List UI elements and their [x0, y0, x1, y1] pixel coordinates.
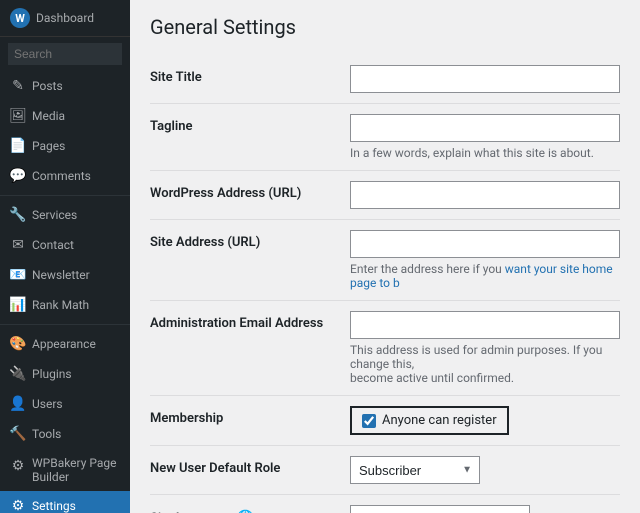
- rankmath-icon: 📊: [10, 297, 26, 313]
- settings-row-admin-email: Administration Email Address This addres…: [150, 301, 620, 396]
- site-address-field: Enter the address here if you want your …: [350, 230, 620, 290]
- sidebar-item-label: Appearance: [32, 337, 96, 351]
- services-icon: 🔧: [10, 207, 26, 223]
- sidebar-item-label: Pages: [32, 139, 65, 153]
- sidebar-item-label: Services: [32, 208, 77, 222]
- tagline-label: Tagline: [150, 114, 350, 134]
- users-icon: 👤: [10, 396, 26, 412]
- tagline-input[interactable]: [350, 114, 620, 142]
- wpbakery-icon: ⚙: [10, 458, 26, 474]
- sidebar-item-settings[interactable]: ⚙ Settings: [0, 491, 130, 513]
- sidebar-item-label: Tools: [32, 427, 61, 441]
- main-content-area: General Settings Site Title Tagline In a…: [130, 0, 640, 513]
- sidebar-item-plugins[interactable]: 🔌 Plugins: [0, 359, 130, 389]
- sidebar-item-newsletter[interactable]: 📧 Newsletter: [0, 260, 130, 290]
- site-address-link[interactable]: want your site home page to b: [350, 262, 613, 290]
- sidebar-item-media[interactable]: 🖼 Media: [0, 101, 130, 131]
- search-input[interactable]: [8, 43, 122, 65]
- site-language-label: Site Language 🌐: [150, 505, 350, 513]
- settings-row-tagline: Tagline In a few words, explain what thi…: [150, 104, 620, 171]
- sidebar-item-label: Rank Math: [32, 298, 89, 312]
- posts-icon: ✎: [10, 78, 26, 94]
- wp-address-label: WordPress Address (URL): [150, 181, 350, 201]
- membership-field: Anyone can register: [350, 406, 620, 435]
- plugins-icon: 🔌: [10, 366, 26, 382]
- sidebar-logo[interactable]: W Dashboard: [0, 0, 130, 37]
- sidebar-item-rankmath[interactable]: 📊 Rank Math: [0, 290, 130, 320]
- admin-email-label: Administration Email Address: [150, 311, 350, 331]
- dashboard-label: Dashboard: [36, 11, 94, 25]
- admin-email-input[interactable]: [350, 311, 620, 339]
- sidebar: W Dashboard ✎ Posts 🖼 Media 📄 Pages 💬 Co…: [0, 0, 130, 513]
- sidebar-item-label: Users: [32, 397, 63, 411]
- tools-icon: 🔨: [10, 426, 26, 442]
- settings-row-site-language: Site Language 🌐 English (United States) …: [150, 495, 620, 513]
- sidebar-item-contact[interactable]: ✉ Contact: [0, 230, 130, 260]
- sidebar-item-label: Contact: [32, 238, 74, 252]
- site-title-label: Site Title: [150, 65, 350, 85]
- sidebar-item-pages[interactable]: 📄 Pages: [0, 131, 130, 161]
- site-address-desc: Enter the address here if you want your …: [350, 262, 620, 290]
- sidebar-item-label: Comments: [32, 169, 91, 183]
- anyone-can-register-checkbox[interactable]: [362, 414, 376, 428]
- membership-label: Membership: [150, 406, 350, 426]
- media-icon: 🖼: [10, 108, 26, 124]
- membership-checkbox-wrapper[interactable]: Anyone can register: [350, 406, 509, 435]
- comments-icon: 💬: [10, 168, 26, 184]
- sidebar-item-appearance[interactable]: 🎨 Appearance: [0, 329, 130, 359]
- sidebar-item-label: Posts: [32, 79, 63, 93]
- anyone-can-register-label: Anyone can register: [382, 413, 497, 428]
- sidebar-item-label: Media: [32, 109, 65, 123]
- tagline-field: In a few words, explain what this site i…: [350, 114, 620, 160]
- dashboard-icon: W: [10, 8, 30, 28]
- site-language-field: English (United States) ▼: [350, 505, 620, 513]
- sidebar-item-label: WPBakery Page Builder: [32, 456, 120, 484]
- default-role-select-wrapper: Subscriber Editor Author Administrator ▼: [350, 456, 480, 484]
- sidebar-separator: [0, 195, 130, 196]
- sidebar-item-label: Newsletter: [32, 268, 90, 282]
- wp-address-input[interactable]: [350, 181, 620, 209]
- site-title-field: [350, 65, 620, 93]
- admin-email-desc: This address is used for admin purposes.…: [350, 343, 620, 385]
- tagline-desc: In a few words, explain what this site i…: [350, 146, 620, 160]
- settings-icon: ⚙: [10, 498, 26, 513]
- sidebar-item-label: Plugins: [32, 367, 72, 381]
- settings-row-site-address: Site Address (URL) Enter the address her…: [150, 220, 620, 301]
- settings-row-wp-address: WordPress Address (URL): [150, 171, 620, 220]
- sidebar-separator: [0, 324, 130, 325]
- settings-row-default-role: New User Default Role Subscriber Editor …: [150, 446, 620, 495]
- default-role-select[interactable]: Subscriber Editor Author Administrator: [350, 456, 480, 484]
- pages-icon: 📄: [10, 138, 26, 154]
- site-address-input[interactable]: [350, 230, 620, 258]
- sidebar-item-label: Settings: [32, 499, 76, 513]
- admin-email-field: This address is used for admin purposes.…: [350, 311, 620, 385]
- appearance-icon: 🎨: [10, 336, 26, 352]
- sidebar-item-tools[interactable]: 🔨 Tools: [0, 419, 130, 449]
- settings-row-site-title: Site Title: [150, 55, 620, 104]
- newsletter-icon: 📧: [10, 267, 26, 283]
- sidebar-item-comments[interactable]: 💬 Comments: [0, 161, 130, 191]
- site-title-input[interactable]: [350, 65, 620, 93]
- default-role-field: Subscriber Editor Author Administrator ▼: [350, 456, 620, 484]
- wp-address-field: [350, 181, 620, 209]
- sidebar-item-posts[interactable]: ✎ Posts: [0, 71, 130, 101]
- site-language-select-wrapper: English (United States) ▼: [350, 505, 530, 513]
- sidebar-item-services[interactable]: 🔧 Services: [0, 200, 130, 230]
- default-role-label: New User Default Role: [150, 456, 350, 476]
- page-title: General Settings: [150, 15, 620, 39]
- main-content: General Settings Site Title Tagline In a…: [130, 0, 640, 513]
- site-address-label: Site Address (URL): [150, 230, 350, 250]
- sidebar-item-users[interactable]: 👤 Users: [0, 389, 130, 419]
- site-language-select[interactable]: English (United States): [350, 505, 530, 513]
- sidebar-item-wpbakery[interactable]: ⚙ WPBakery Page Builder: [0, 449, 130, 491]
- settings-row-membership: Membership Anyone can register: [150, 396, 620, 446]
- contact-icon: ✉: [10, 237, 26, 253]
